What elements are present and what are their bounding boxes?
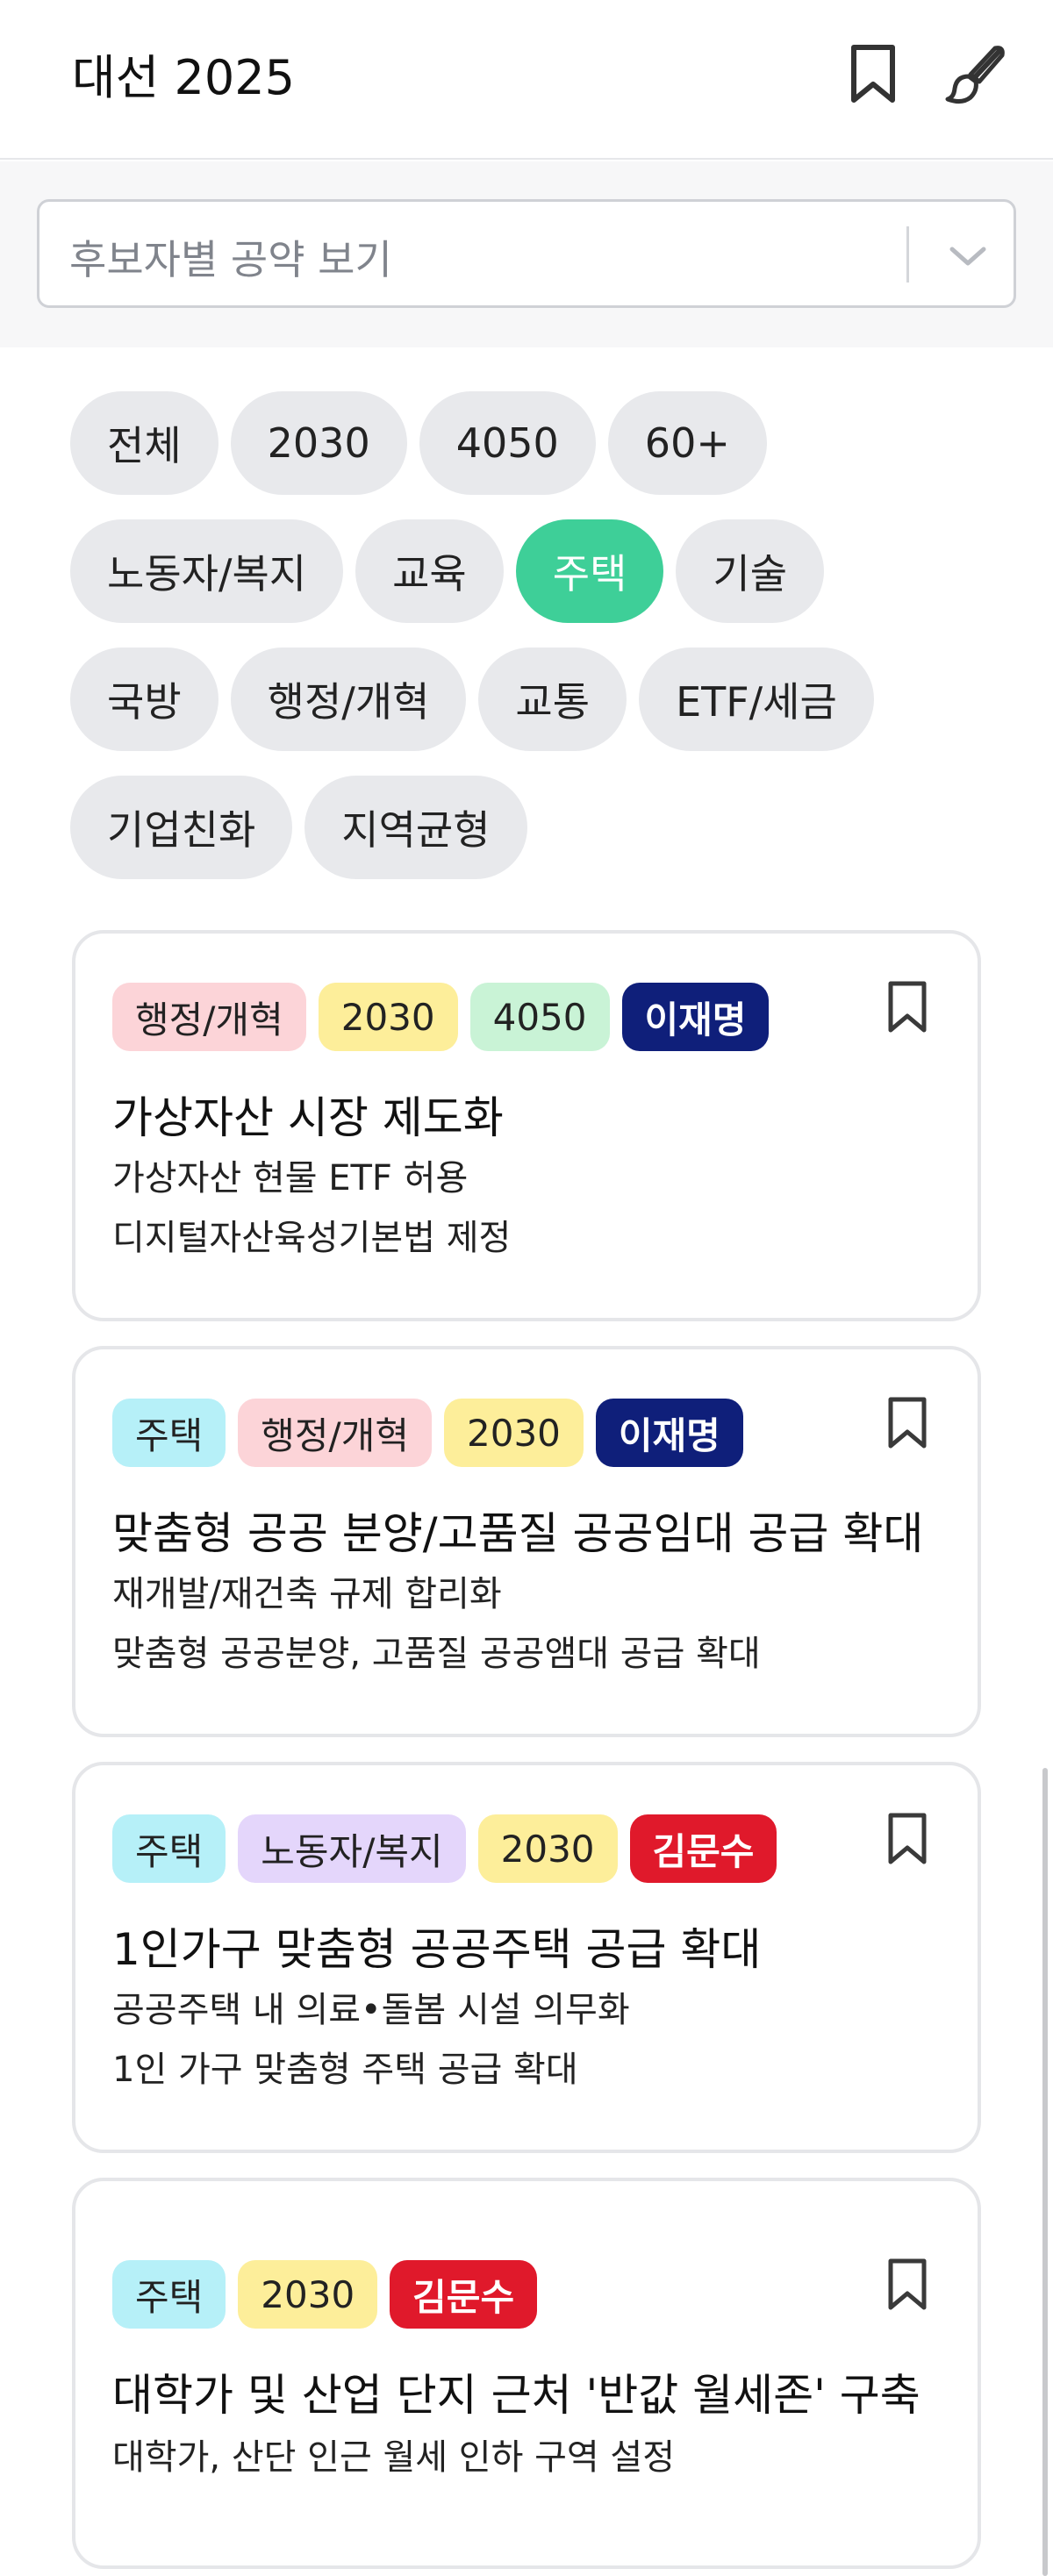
tag-list: 주택 2030 김문수 <box>112 2260 538 2329</box>
category-tag: 2030 <box>477 1814 618 1883</box>
filter-chip[interactable]: 2030 <box>230 391 407 495</box>
pledge-title: 가상자산 시장 제도화 <box>112 1092 504 1143</box>
bookmark-icon[interactable] <box>886 979 939 1041</box>
category-tag: 2030 <box>318 983 458 1051</box>
pledge-detail: 대학가, 산단 인근 월세 인하 구역 설정 <box>112 2437 676 2478</box>
category-tag: 주택 <box>112 2260 226 2329</box>
filter-chip[interactable]: 교통 <box>478 648 627 751</box>
candidate-select-placeholder: 후보자별 공약 보기 <box>69 236 392 283</box>
filter-chip[interactable]: 지역균형 <box>304 776 527 879</box>
bookmark-icon[interactable] <box>886 1395 939 1456</box>
pledge-title: 1인가구 맞춤형 공공주택 공급 확대 <box>112 1924 762 1975</box>
pledge-detail: 1인 가구 맞춤형 주택 공급 확대 <box>112 2050 578 2090</box>
app-title: 대선 2025 <box>72 50 295 105</box>
category-tag: 주택 <box>112 1814 226 1883</box>
candidate-badge: 이재명 <box>621 983 770 1051</box>
pledge-detail: 디지털자산육성기본법 제정 <box>112 1218 512 1258</box>
filter-chip[interactable]: ETF/세금 <box>639 648 874 751</box>
bookmark-icon[interactable] <box>838 35 908 114</box>
select-area: 후보자별 공약 보기 <box>0 161 1053 347</box>
app-header: 대선 2025 <box>0 0 1053 160</box>
filter-chip[interactable]: 교육 <box>355 519 504 623</box>
brush-icon[interactable] <box>941 35 1011 114</box>
tag-list: 주택 행정/개혁 2030 이재명 <box>112 1399 743 1467</box>
filter-row: 전체 2030 4050 60+ <box>70 391 1000 495</box>
pledge-title: 맞춤형 공공 분양/고품질 공공임대 공급 확대 <box>112 1508 924 1559</box>
filter-row: 국방 행정/개혁 교통 ETF/세금 <box>70 648 1000 751</box>
pledge-card[interactable]: 주택 2030 김문수대학가 및 산업 단지 근처 '반값 월세존' 구축대학가, … <box>72 2178 981 2569</box>
pledge-card[interactable]: 행정/개혁 2030 4050 이재명가상자산 시장 제도화가상자산 현물 ETF 허… <box>72 930 981 1321</box>
bookmark-icon[interactable] <box>886 1811 939 1872</box>
filter-chip[interactable]: 60+ <box>607 391 767 495</box>
tag-list: 주택 노동자/복지 2030 김문수 <box>112 1814 777 1883</box>
pledge-title: 대학가 및 산업 단지 근처 '반값 월세존' 구축 <box>112 2370 920 2421</box>
filter-chip[interactable]: 기술 <box>676 519 825 623</box>
bookmark-icon[interactable] <box>886 2257 939 2318</box>
pledge-detail: 가상자산 현물 ETF 허용 <box>112 1158 469 1199</box>
filter-row: 노동자/복지 교육 주택 기술 <box>70 519 1000 623</box>
pledge-card[interactable]: 주택 행정/개혁 2030 이재명맞춤형 공공 분양/고품질 공공임대 공급 확대재개… <box>72 1346 981 1737</box>
category-tag: 노동자/복지 <box>238 1814 466 1883</box>
filter-chip[interactable]: 전체 <box>70 391 218 495</box>
category-tag: 행정/개혁 <box>238 1399 432 1467</box>
category-tag: 2030 <box>444 1399 584 1467</box>
filter-chip[interactable]: 4050 <box>419 391 596 495</box>
category-filters: 전체 2030 4050 60+ 노동자/복지 교육 주택 기술국방 행정/개혁 교통 ETF/세금… <box>70 391 1000 904</box>
tag-list: 행정/개혁 2030 4050 이재명 <box>112 983 770 1051</box>
category-tag: 주택 <box>112 1399 226 1467</box>
pledge-card[interactable]: 주택 노동자/복지 2030 김문수 1인가구 맞춤형 공공주택 공급 확대공공주택 내… <box>72 1762 981 2153</box>
filter-chip[interactable]: 행정/개혁 <box>230 648 467 751</box>
candidate-select[interactable]: 후보자별 공약 보기 <box>37 199 1016 308</box>
filter-chip[interactable]: 기업친화 <box>70 776 293 879</box>
category-tag: 행정/개혁 <box>112 983 306 1051</box>
chevron-down-icon[interactable] <box>943 232 992 281</box>
candidate-badge: 이재명 <box>595 1399 743 1467</box>
pledge-detail: 재개발/재건축 규제 합리화 <box>112 1574 502 1614</box>
pledge-detail: 공공주택 내 의료•돌봄 시설 의무화 <box>112 1990 630 2030</box>
pledge-detail: 맞춤형 공공분양, 고품질 공공앰대 공급 확대 <box>112 1634 761 1674</box>
scrollbar[interactable] <box>1042 1768 1048 2576</box>
select-divider <box>906 226 909 283</box>
filter-chip[interactable]: 노동자/복지 <box>70 519 344 623</box>
filter-chip[interactable]: 주택 <box>515 519 664 623</box>
candidate-badge: 김문수 <box>390 2260 538 2329</box>
category-tag: 4050 <box>469 983 610 1051</box>
filter-row: 기업친화 지역균형 <box>70 776 1000 879</box>
category-tag: 2030 <box>238 2260 378 2329</box>
filter-chip[interactable]: 국방 <box>70 648 218 751</box>
candidate-badge: 김문수 <box>629 1814 777 1883</box>
